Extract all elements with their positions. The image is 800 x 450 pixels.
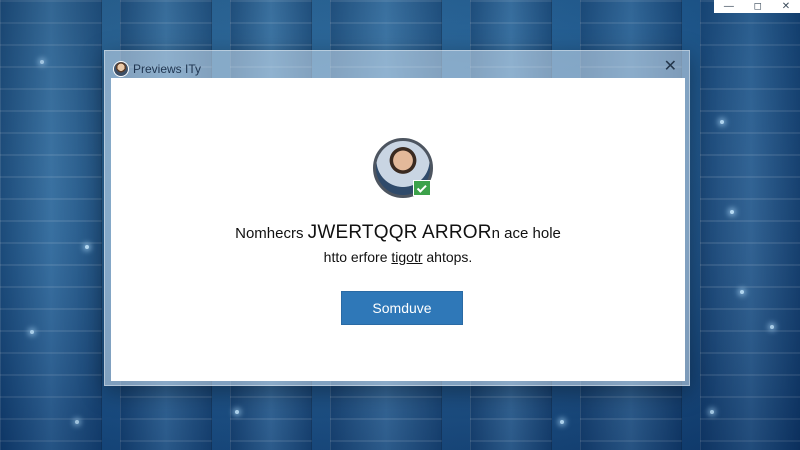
message-text: htto erfore <box>323 249 392 265</box>
checkmark-badge-icon <box>413 180 431 196</box>
message-text: n ace hole <box>491 225 561 242</box>
dialog-body: Nomhecrs JWERTQQR ARRORn ace hole htto e… <box>111 78 685 381</box>
close-icon[interactable]: ✕ <box>664 56 677 76</box>
error-dialog: Previews ITy ✕ Nomhecrs JWERTQQR ARRORn … <box>104 50 690 386</box>
message-text: Nomhecrs <box>235 225 308 242</box>
error-message-line2: htto erfore tigotr ahtops. <box>111 249 685 265</box>
minimize-icon[interactable]: — <box>724 1 734 12</box>
error-code: JWERTQQR ARROR <box>307 222 492 243</box>
dialog-titlebar: Previews ITy ✕ <box>105 51 689 79</box>
app-avatar-icon <box>113 61 129 77</box>
message-text: ahtops. <box>422 249 473 265</box>
message-link[interactable]: tigotr <box>391 249 422 265</box>
user-avatar <box>373 138 433 198</box>
error-message-line1: Nomhecrs JWERTQQR ARRORn ace hole <box>111 222 685 244</box>
close-window-icon[interactable]: ✕ <box>782 1 790 12</box>
dialog-title: Previews ITy <box>133 62 202 76</box>
window-controls: — ◻ ✕ <box>714 0 800 13</box>
maximize-icon[interactable]: ◻ <box>754 1 762 12</box>
primary-action-button[interactable]: Somduve <box>341 291 463 325</box>
